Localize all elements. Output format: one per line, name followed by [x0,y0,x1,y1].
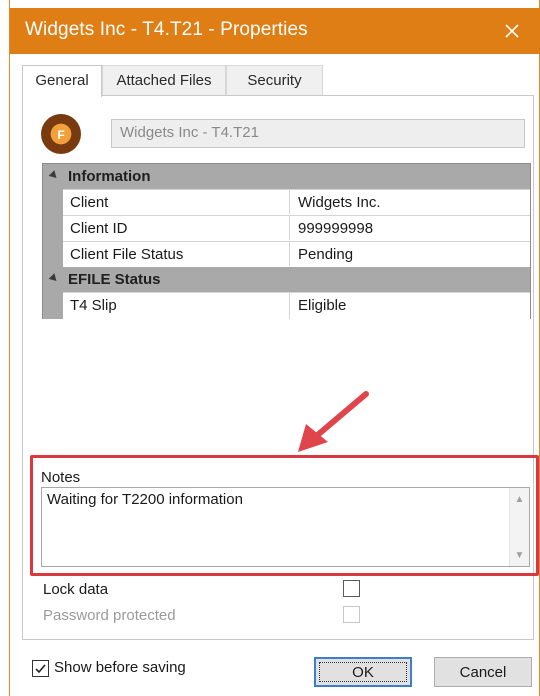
avatar-letter: F [57,128,65,142]
lock-data-checkbox[interactable] [343,580,360,597]
tab-general-label: General [35,72,89,89]
password-protected-label: Password protected [43,607,176,624]
property-value[interactable]: Eligible [289,293,530,319]
window-title: Widgets Inc - T4.T21 - Properties [25,19,308,40]
property-label: Client ID [70,220,128,237]
property-label: Client [70,194,109,211]
property-label: T4 Slip [70,297,117,314]
property-row-t4-slip[interactable]: T4 Slip Eligible [63,292,530,319]
tab-security[interactable]: Security [226,65,323,95]
focus-rectangle [319,662,407,682]
checkmark-icon [35,664,46,674]
property-value[interactable]: Widgets Inc. [289,190,530,214]
close-icon [505,24,519,38]
property-label: Client File Status [70,246,184,263]
grid-gutter [43,292,63,319]
show-before-saving-checkbox[interactable] [32,660,49,677]
notes-label: Notes [41,469,81,486]
property-value[interactable]: Pending [289,242,530,266]
grid-gutter [43,189,63,267]
annotation-arrow [298,391,369,452]
ok-button[interactable]: OK [314,657,412,687]
properties-grid: Information Client Widgets Inc. Client I… [42,163,531,319]
title-bar[interactable]: Widgets Inc - T4.T21 - Properties [10,8,540,54]
section-title: EFILE Status [68,271,161,288]
tab-attached-files[interactable]: Attached Files [102,65,226,95]
file-name-field: Widgets Inc - T4.T21 [111,119,525,148]
collapse-triangle-icon[interactable] [48,170,60,181]
notes-text: Waiting for T2200 information [47,491,243,508]
property-row-client-file-status[interactable]: Client File Status Pending [63,241,530,266]
client-avatar-icon: F [41,114,81,154]
cancel-button-label: Cancel [459,664,507,681]
show-before-saving-label: Show before saving [54,659,186,676]
property-row-client-id[interactable]: Client ID 999999998 [63,215,530,240]
notes-scrollbar[interactable]: ▲ ▼ [509,488,529,566]
scroll-down-icon[interactable]: ▼ [510,546,529,564]
scroll-up-icon[interactable]: ▲ [510,490,529,508]
section-efile-status[interactable]: EFILE Status [43,267,530,292]
properties-dialog: Widgets Inc - T4.T21 - Properties Genera… [9,0,540,696]
property-value[interactable]: 999999998 [289,216,530,240]
collapse-triangle-icon[interactable] [48,273,60,284]
notes-textarea[interactable]: Waiting for T2200 information ▲ ▼ [41,487,530,567]
cancel-button[interactable]: Cancel [434,657,532,687]
tab-attached-files-label: Attached Files [116,72,212,89]
close-button[interactable] [494,13,530,49]
lock-data-label: Lock data [43,581,109,598]
section-title: Information [68,168,151,185]
property-row-client[interactable]: Client Widgets Inc. [63,189,530,214]
file-name-value: Widgets Inc - T4.T21 [120,124,259,141]
tab-security-label: Security [247,72,302,89]
section-information[interactable]: Information [43,164,530,189]
tab-general[interactable]: General [22,65,102,97]
password-protected-checkbox [343,606,360,623]
